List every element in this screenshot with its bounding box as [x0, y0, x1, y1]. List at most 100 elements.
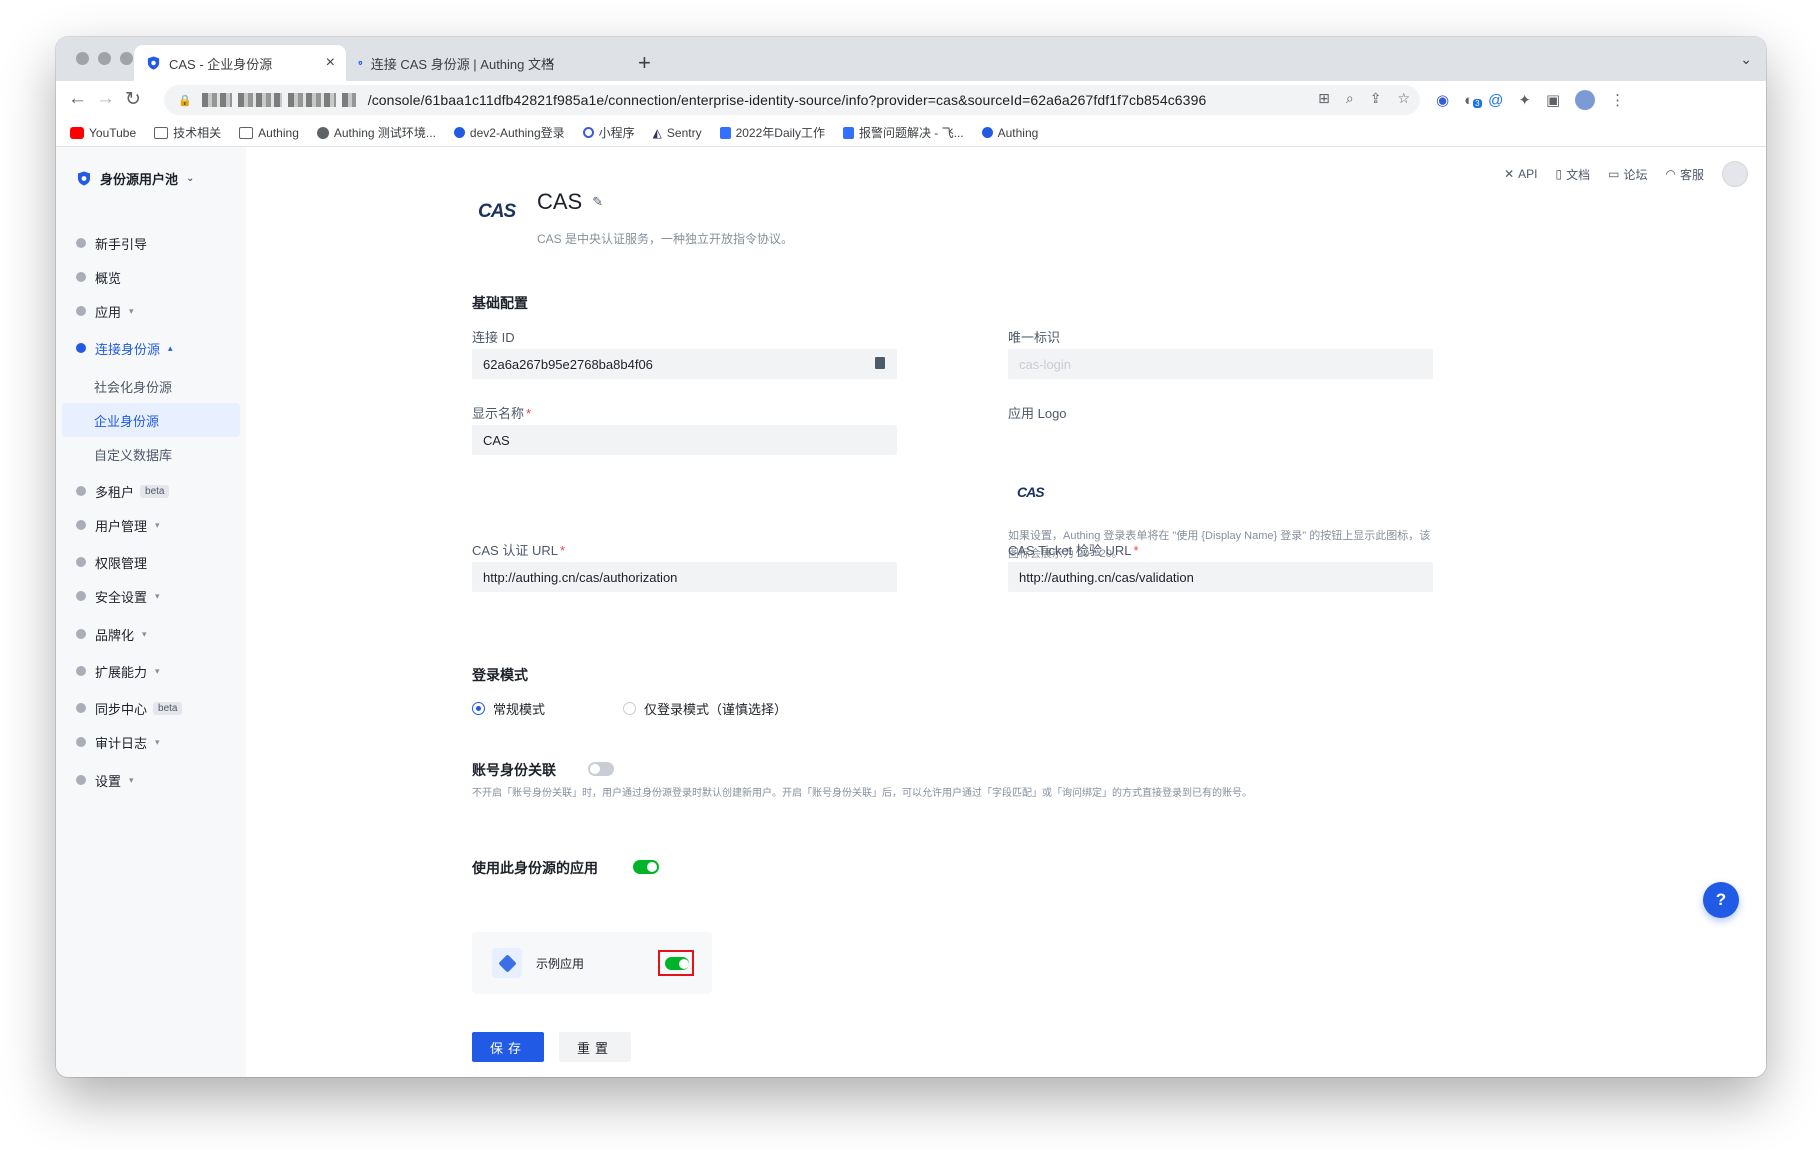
bookmark-youtube[interactable]: YouTube — [70, 126, 136, 140]
display-name-input[interactable]: CAS — [472, 425, 897, 455]
bookmark-label: 2022年Daily工作 — [735, 126, 825, 140]
compass-icon — [76, 238, 86, 248]
apps-using-source-title: 使用此身份源的应用 — [472, 860, 598, 876]
pie-chart-icon — [76, 272, 86, 282]
account-link-switch[interactable] — [588, 762, 614, 776]
beta-badge: beta — [153, 701, 183, 715]
tab-cas-enterprise[interactable]: CAS - 企业身份源 × — [134, 45, 346, 81]
radio-normal-mode-label[interactable]: 常规模式 — [493, 699, 545, 718]
bookmark-label: dev2-Authing登录 — [469, 126, 565, 140]
chevron-down-icon: ▾ — [155, 736, 160, 747]
redacted-domain — [341, 93, 356, 107]
zoom-icon[interactable]: ⌕ — [1346, 90, 1354, 107]
bookmark-folder-tech[interactable]: 技术相关 — [154, 124, 221, 141]
chevron-up-icon: ▴ — [168, 342, 173, 353]
radio-normal-mode[interactable] — [472, 702, 485, 715]
copy-icon[interactable] — [875, 357, 885, 369]
display-name-label: 显示名称 * — [472, 403, 531, 422]
browser-toolbar: ← → ↻ 🔒 /console/61baa1c11dfb42821f985a1… — [56, 81, 1766, 119]
sidebar-item-label: 企业身份源 — [94, 413, 160, 429]
radio-login-only-mode-label[interactable]: 仅登录模式（谨慎选择） — [644, 699, 787, 718]
apps-using-source-switch[interactable] — [633, 860, 659, 874]
save-button[interactable]: 保存 — [472, 1032, 544, 1062]
sidebar-item-connect-identity[interactable]: 连接身份源 ▴ — [62, 331, 240, 365]
account-link-title: 账号身份关联 — [472, 762, 556, 778]
authing-shield-icon — [358, 60, 363, 66]
sidebar-item-permissions[interactable]: 权限管理 — [62, 545, 240, 579]
address-bar[interactable]: 🔒 /console/61baa1c11dfb42821f985a1e/conn… — [164, 85, 1420, 115]
close-window-button[interactable] — [76, 52, 89, 65]
cas-ticket-url-value: http://authing.cn/cas/validation — [1019, 569, 1194, 585]
bookmark-folder-authing[interactable]: Authing — [239, 126, 299, 140]
puzzle-icon[interactable]: ✦ — [1518, 91, 1531, 109]
translate-icon[interactable]: ⊞ — [1318, 90, 1330, 107]
bookmark-sentry[interactable]: ◭ Sentry — [653, 126, 702, 140]
sidebar-item-label: 多租户 — [95, 484, 135, 500]
reload-icon[interactable]: ↻ — [125, 88, 141, 111]
extension-at-icon[interactable]: @ — [1488, 92, 1503, 109]
sidebar-item-branding[interactable]: 品牌化 ▾ — [62, 617, 240, 651]
cas-ticket-url-input[interactable]: http://authing.cn/cas/validation — [1008, 562, 1433, 592]
tab-search-chevron-icon[interactable]: ⌄ — [1740, 51, 1752, 68]
back-arrow-icon[interactable]: ← — [68, 88, 87, 110]
sidebar-item-user-management[interactable]: 用户管理 ▾ — [62, 508, 240, 542]
sidebar-item-social-identity[interactable]: 社会化身份源 — [62, 369, 240, 403]
bookmark-dev2[interactable]: dev2-Authing登录 — [453, 124, 565, 141]
bookmark-authing-test[interactable]: Authing 测试环境... — [316, 124, 436, 141]
basic-config-title: 基础配置 — [472, 295, 528, 311]
connection-id-field[interactable]: 62a6a267b95e2768ba8b4f06 — [472, 349, 897, 379]
sidebar-item-sync-center[interactable]: 同步中心 beta — [62, 691, 240, 725]
app-logo-preview[interactable]: CAS — [1017, 484, 1045, 500]
user-pool-selector[interactable]: 身份源用户池 ⌄ — [76, 169, 194, 188]
sidebar-item-applications[interactable]: 应用 ▾ — [62, 294, 240, 328]
share-icon[interactable]: ⇪ — [1370, 90, 1382, 107]
shield-icon — [78, 171, 90, 186]
forward-arrow-icon[interactable]: → — [96, 88, 115, 110]
bookmark-star-icon[interactable]: ☆ — [1397, 90, 1410, 107]
extension-globe-icon[interactable]: ◉ — [1436, 91, 1449, 109]
app-card: 示例应用 — [472, 932, 712, 994]
tab-strip: CAS - 企业身份源 × 连接 CAS 身份源 | Authing 文档 × … — [56, 37, 1766, 81]
sidebar-item-onboarding[interactable]: 新手引导 — [62, 226, 240, 260]
side-panel-icon[interactable]: ▣ — [1546, 91, 1560, 109]
tab-title: CAS - 企业身份源 — [169, 56, 273, 72]
sidebar-item-multi-tenant[interactable]: 多租户 beta — [62, 474, 240, 508]
sidebar-item-extensions[interactable]: 扩展能力 ▾ — [62, 654, 240, 688]
cas-ticket-url-label-text: CAS Ticket 检验 URL — [1008, 543, 1132, 558]
sidebar-item-custom-database[interactable]: 自定义数据库 — [62, 437, 240, 471]
extension-badge-icon[interactable]: ◐ 3 — [1464, 92, 1482, 109]
tab-cas-docs[interactable]: 连接 CAS 身份源 | Authing 文档 × — [346, 45, 566, 81]
chevron-down-icon: ▾ — [155, 590, 160, 601]
sidebar-item-label: 概览 — [95, 270, 122, 286]
authing-icon — [981, 127, 993, 138]
bookmark-miniprogram[interactable]: 小程序 — [582, 124, 635, 141]
sidebar-item-label: 安全设置 — [95, 589, 148, 605]
sidebar-item-enterprise-identity[interactable]: 企业身份源 — [62, 403, 240, 437]
radio-login-only-mode[interactable] — [623, 702, 637, 715]
unique-id-field[interactable]: cas-login — [1008, 349, 1433, 379]
sidebar-item-audit-log[interactable]: 审计日志 ▾ — [62, 725, 240, 759]
cas-auth-url-input[interactable]: http://authing.cn/cas/authorization — [472, 562, 897, 592]
close-icon[interactable]: × — [326, 54, 335, 72]
bookmark-authing[interactable]: Authing — [981, 126, 1038, 140]
help-button[interactable]: ? — [1703, 882, 1739, 918]
profile-avatar[interactable] — [1575, 90, 1596, 110]
users-icon — [76, 520, 86, 530]
reset-button[interactable]: 重置 — [559, 1032, 631, 1062]
log-icon — [76, 737, 86, 747]
bookmark-label: Authing — [258, 125, 299, 140]
app-enable-switch[interactable] — [665, 957, 689, 970]
sidebar-item-overview[interactable]: 概览 — [62, 260, 240, 294]
pencil-icon[interactable]: ✎ — [592, 194, 603, 210]
bookmark-daily[interactable]: 2022年Daily工作 — [719, 124, 825, 141]
sidebar-item-settings[interactable]: 设置 ▾ — [62, 763, 240, 797]
sidebar-item-security[interactable]: 安全设置 ▾ — [62, 579, 240, 613]
cas-ticket-url-label: CAS Ticket 检验 URL * — [1008, 540, 1139, 559]
minimize-window-button[interactable] — [98, 52, 111, 65]
maximize-window-button[interactable] — [120, 52, 133, 65]
bookmark-alerts[interactable]: 报警问题解决 - 飞... — [842, 124, 964, 141]
close-icon[interactable]: × — [546, 54, 555, 72]
console-app: 身份源用户池 ⌄ 新手引导 概览 应用 ▾ 连接身份源 ▴ 社会化身份源 企业身份源… — [56, 147, 1766, 1077]
new-tab-button[interactable]: + — [638, 50, 651, 76]
kebab-menu-icon[interactable]: ⋮ — [1610, 91, 1625, 109]
